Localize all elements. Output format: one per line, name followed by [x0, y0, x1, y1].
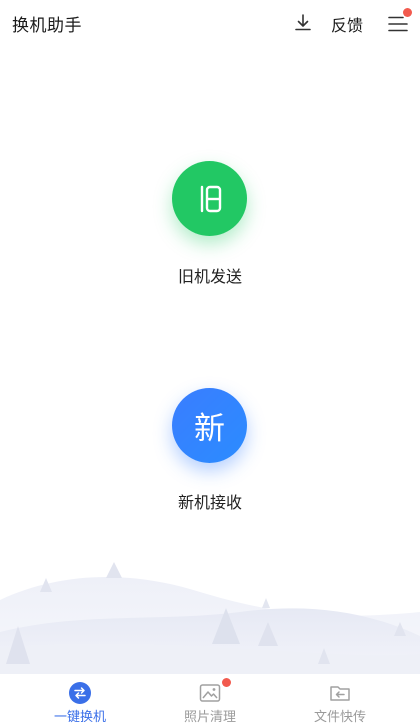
tab-label: 照片清理 [183, 710, 236, 725]
app-title: 换机助手 [12, 16, 82, 36]
new-phone-receive-label[interactable]: 新机接收 [0, 489, 420, 513]
landscape-illustration [0, 562, 420, 674]
new-phone-receive-button[interactable]: 新 [172, 388, 247, 463]
photo-cleanup-badge [222, 678, 231, 687]
folder-transfer-icon [330, 686, 350, 701]
bottom-tab-bar: 一键换机 照片清理 文件快传 [0, 674, 420, 728]
tab-label: 一键换机 [53, 710, 106, 725]
old-phone-send-label[interactable]: 旧机发送 [0, 263, 420, 287]
download-icon [295, 14, 311, 31]
new-phone-glyph: 新 [194, 411, 225, 447]
tab-photo-cleanup[interactable]: 照片清理 [140, 674, 280, 728]
swap-icon [69, 682, 91, 704]
tab-label: 文件快传 [313, 710, 366, 725]
old-phone-send-button[interactable] [172, 161, 247, 236]
download-button[interactable] [292, 12, 314, 34]
top-bar: 换机助手 反馈 [0, 0, 420, 46]
notification-dot [403, 8, 412, 17]
tab-one-key-switch[interactable]: 一键换机 [10, 674, 150, 728]
tab-file-transfer[interactable]: 文件快传 [270, 674, 410, 728]
photo-icon [199, 684, 221, 702]
old-phone-glyph [200, 185, 221, 212]
feedback-button[interactable]: 反馈 [331, 12, 363, 36]
